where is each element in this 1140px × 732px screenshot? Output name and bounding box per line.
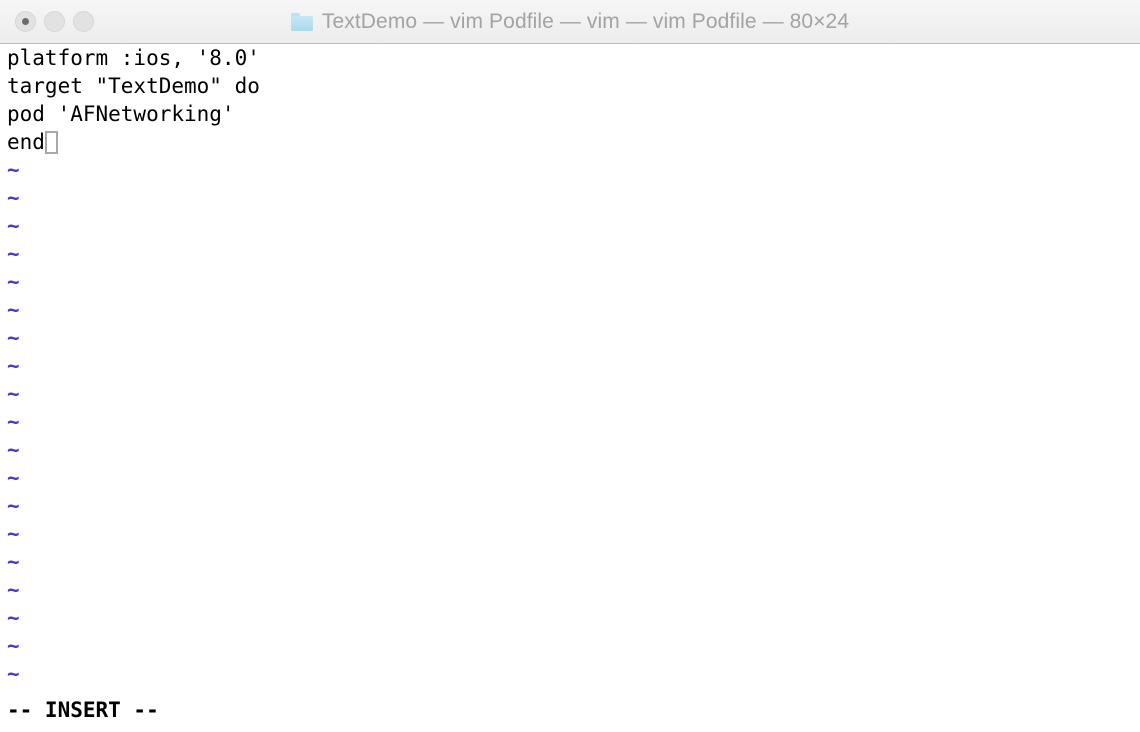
status-bar-mode: -- INSERT --: [7, 698, 159, 722]
traffic-light-group: [0, 11, 94, 32]
empty-line-marker: ~: [7, 242, 20, 266]
editor-line-3: pod 'AFNetworking': [7, 102, 235, 126]
empty-line-markers: ~ ~ ~ ~ ~ ~ ~ ~ ~ ~ ~ ~ ~ ~ ~ ~ ~ ~ ~: [0, 156, 1140, 688]
editor-line-4-text: end: [7, 130, 45, 154]
zoom-button[interactable]: [73, 11, 94, 32]
terminal-window: TextDemo — vim Podfile — vim — vim Podfi…: [0, 0, 1140, 732]
empty-line-marker: ~: [7, 438, 20, 462]
empty-line-marker: ~: [7, 382, 20, 406]
empty-line-marker: ~: [7, 326, 20, 350]
window-titlebar[interactable]: TextDemo — vim Podfile — vim — vim Podfi…: [0, 0, 1140, 44]
empty-line-marker: ~: [7, 270, 20, 294]
empty-line-marker: ~: [7, 158, 20, 182]
terminal-content[interactable]: platform :ios, '8.0' target "TextDemo" d…: [0, 44, 1140, 732]
window-title-area: TextDemo — vim Podfile — vim — vim Podfi…: [0, 0, 1140, 43]
window-title: TextDemo — vim Podfile — vim — vim Podfi…: [321, 9, 850, 33]
editor-line-1: platform :ios, '8.0': [7, 46, 260, 70]
folder-icon: [290, 12, 313, 31]
empty-line-marker: ~: [7, 410, 20, 434]
empty-line-marker: ~: [7, 522, 20, 546]
empty-line-marker: ~: [7, 578, 20, 602]
empty-line-marker: ~: [7, 606, 20, 630]
empty-line-marker: ~: [7, 494, 20, 518]
empty-line-marker: ~: [7, 354, 20, 378]
empty-line-marker: ~: [7, 550, 20, 574]
empty-line-marker: ~: [7, 466, 20, 490]
minimize-button[interactable]: [44, 11, 65, 32]
text-cursor: [44, 131, 58, 154]
close-button-indicator: [22, 18, 29, 25]
close-button[interactable]: [15, 11, 36, 32]
empty-line-marker: ~: [7, 662, 20, 686]
editor-line-2: target "TextDemo" do: [7, 74, 260, 98]
empty-line-marker: ~: [7, 186, 20, 210]
editor-line-4: end: [0, 128, 1140, 156]
empty-line-marker: ~: [7, 214, 20, 238]
empty-line-marker: ~: [7, 298, 20, 322]
empty-line-marker: ~: [7, 634, 20, 658]
